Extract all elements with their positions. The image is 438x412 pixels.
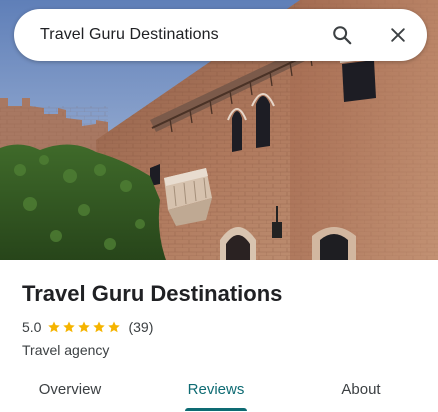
search-bar: Travel Guru Destinations: [14, 9, 427, 61]
review-count-link[interactable]: (39): [128, 319, 153, 335]
star-icon: [63, 321, 76, 333]
active-tab-indicator: [185, 408, 247, 411]
place-title: Travel Guru Destinations: [22, 281, 283, 306]
tab-about[interactable]: About: [311, 372, 411, 410]
place-info: Travel Guru Destinations 5.0 (39) Travel…: [0, 260, 438, 412]
tab-overview[interactable]: Overview: [20, 372, 120, 410]
place-tabs: Overview Reviews About: [0, 372, 438, 412]
clear-search-button[interactable]: [382, 19, 414, 51]
star-rating: [47, 320, 122, 334]
rating-summary: 5.0 (39): [22, 318, 153, 336]
star-icon: [78, 321, 91, 333]
search-icon: [333, 26, 352, 45]
tab-reviews[interactable]: Reviews: [166, 372, 266, 410]
search-input[interactable]: Travel Guru Destinations: [40, 9, 219, 61]
rating-value: 5.0: [22, 319, 42, 335]
place-category[interactable]: Travel agency: [22, 342, 109, 358]
star-icon: [93, 321, 106, 333]
place-panel: Travel Guru Destinations Travel Guru Des…: [0, 0, 438, 412]
star-icon: [48, 321, 61, 333]
star-icon: [108, 321, 121, 333]
close-icon: [391, 28, 405, 42]
search-button[interactable]: [326, 19, 358, 51]
